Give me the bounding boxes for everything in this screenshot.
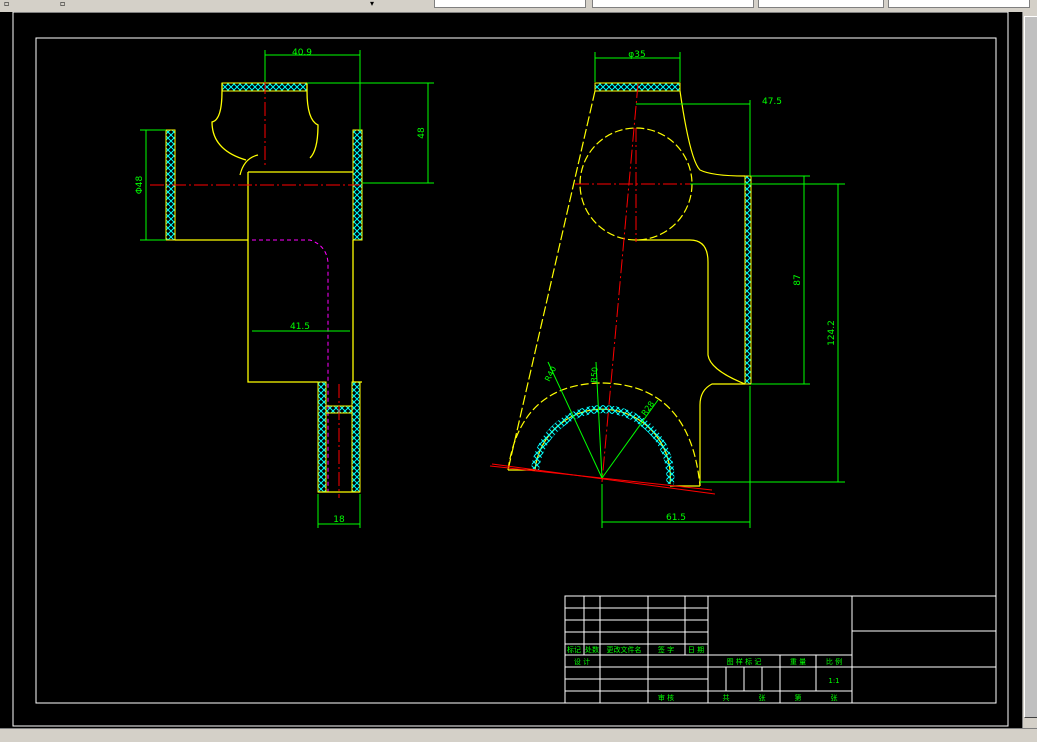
dim-side-height: 87 <box>793 274 803 285</box>
horizontal-scrollbar[interactable] <box>0 728 1037 742</box>
pan-icon[interactable]: ▫ <box>4 0 9 8</box>
tb-ratio: 比 例 <box>826 657 842 666</box>
dim-tube-width: 18 <box>333 515 345 525</box>
dim-radius-mid: R50 <box>589 367 599 383</box>
dim-offset: 47.5 <box>762 97 782 107</box>
dim-bottom-width: 61.5 <box>666 513 686 523</box>
tb-total: 共 <box>723 693 730 702</box>
zoom-icon[interactable]: ▫ <box>60 0 65 8</box>
tb-page-sheet: 张 <box>831 693 838 702</box>
front-view <box>140 50 434 528</box>
tb-date: 日 期 <box>688 646 704 654</box>
vertical-scroll-thumb[interactable] <box>1024 16 1037 718</box>
tb-audit: 审 核 <box>658 693 674 702</box>
tb-sign: 签 字 <box>658 645 674 654</box>
lineweight-dropdown[interactable] <box>758 0 884 8</box>
layer-icon[interactable]: ▾ <box>370 0 374 8</box>
dim-total-height: 124.2 <box>827 320 837 346</box>
dim-boss-dia: Φ48 <box>135 175 145 194</box>
tb-count: 处数 <box>585 645 599 654</box>
drawing-canvas[interactable]: 40.9 48 Φ48 41.5 18 φ35 47.5 87 124.2 61… <box>0 11 1022 728</box>
vertical-scrollbar[interactable] <box>1022 12 1037 728</box>
plotstyle-dropdown[interactable] <box>888 0 1030 8</box>
dim-radius-inner: R28 <box>640 400 657 418</box>
tb-page: 第 <box>795 693 802 702</box>
tb-design: 设 计 <box>574 657 590 666</box>
tb-scale-value: 1:1 <box>828 677 839 685</box>
tb-weight: 重 量 <box>790 658 806 666</box>
side-view <box>489 52 845 528</box>
linetype-dropdown[interactable] <box>592 0 754 8</box>
dim-flange-dia: φ35 <box>628 50 645 60</box>
tb-stage-mark: 图 样 标 记 <box>727 657 762 666</box>
dim-top-width: 40.9 <box>292 48 312 58</box>
tb-sheet: 张 <box>759 693 766 702</box>
dim-height-right: 48 <box>417 127 427 139</box>
cad-drawing: 40.9 48 Φ48 41.5 18 φ35 47.5 87 124.2 61… <box>12 11 1009 727</box>
tb-change-doc: 更改文件名 <box>607 645 642 654</box>
tb-mark: 标记 <box>567 645 581 654</box>
sheet-outer-border <box>12 11 1009 727</box>
dim-body-width: 41.5 <box>290 322 310 332</box>
layer-dropdown[interactable] <box>434 0 586 8</box>
